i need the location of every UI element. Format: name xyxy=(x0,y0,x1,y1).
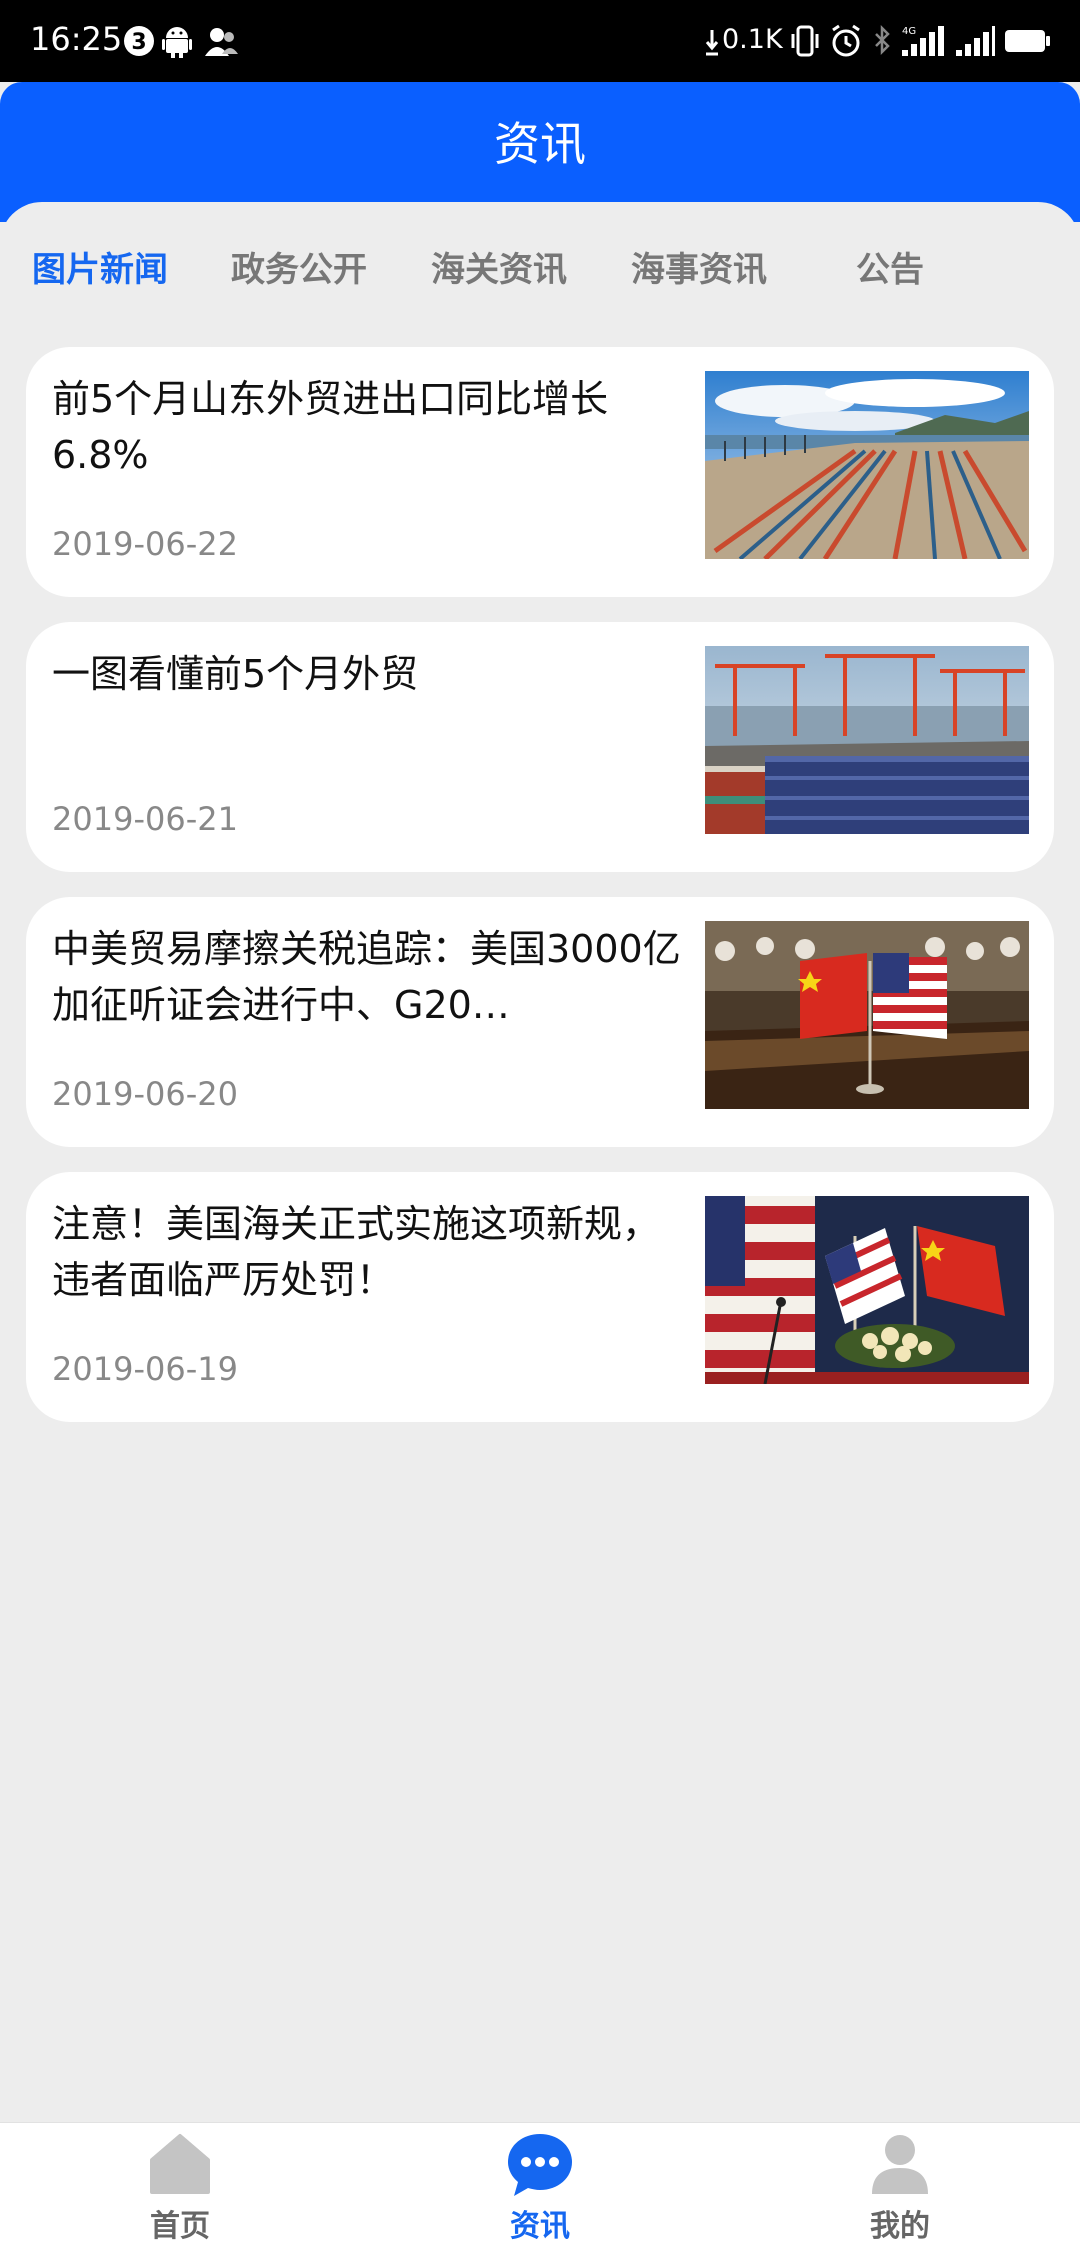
bluetooth-icon xyxy=(875,24,890,56)
contacts-icon xyxy=(205,28,238,56)
china-us-flags-table-photo xyxy=(705,921,1029,1109)
news-title: 注意！美国海关正式实施这项新规，违者面临严厉处罚！ xyxy=(52,1202,661,1302)
nav-news[interactable]: 资讯 xyxy=(440,2123,640,2242)
signal-4g-icon: 4G xyxy=(902,26,944,56)
bottom-nav: 首页 资讯 我的 xyxy=(0,2122,1080,2242)
nav-profile[interactable]: 我的 xyxy=(800,2123,1000,2242)
cargo-terminal-photo xyxy=(705,646,1029,834)
news-card[interactable]: 注意！美国海关正式实施这项新规，违者面临严厉处罚！ 2019-06-19 xyxy=(26,1172,1054,1422)
content-area: 图片新闻 政务公开 海关资讯 海事资讯 公告 前5个月山东外贸进出口同比增长6.… xyxy=(0,202,1080,2122)
news-date: 2019-06-22 xyxy=(52,525,238,563)
user-icon xyxy=(872,2135,928,2194)
tab-announcements[interactable]: 公告 xyxy=(856,242,924,302)
signal-icon xyxy=(956,26,995,56)
container-port-photo xyxy=(705,371,1029,559)
us-china-flags-photo xyxy=(705,1196,1029,1384)
chat-bubble-icon xyxy=(508,2134,572,2196)
news-date: 2019-06-19 xyxy=(52,1350,238,1388)
nav-home[interactable]: 首页 xyxy=(80,2123,280,2242)
battery-icon xyxy=(1005,30,1050,52)
tab-maritime-news[interactable]: 海事资讯 xyxy=(631,242,767,302)
news-date: 2019-06-21 xyxy=(52,800,238,838)
tab-customs-news[interactable]: 海关资讯 xyxy=(431,242,567,302)
news-thumbnail xyxy=(705,1196,1029,1384)
tab-government-affairs[interactable]: 政务公开 xyxy=(231,242,367,302)
vibrate-icon xyxy=(791,25,819,57)
nav-profile-label: 我的 xyxy=(870,2209,930,2242)
news-card[interactable]: 一图看懂前5个月外贸 2019-06-21 xyxy=(26,622,1054,872)
net-speed: 0.1K xyxy=(722,24,783,55)
notification-badge-icon: 3 xyxy=(124,26,154,56)
svg-text:3: 3 xyxy=(131,30,146,55)
news-title: 一图看懂前5个月外贸 xyxy=(52,652,419,696)
news-title: 前5个月山东外贸进出口同比增长6.8% xyxy=(52,377,609,477)
svg-text:4G: 4G xyxy=(902,26,916,37)
news-card[interactable]: 中美贸易摩擦关税追踪：美国3000亿加征听证会进行中、G20… 2019-06-… xyxy=(26,897,1054,1147)
news-thumbnail xyxy=(705,646,1029,834)
news-card[interactable]: 前5个月山东外贸进出口同比增长6.8% 2019-06-22 xyxy=(26,347,1054,597)
download-icon xyxy=(705,30,719,56)
page-title: 资讯 xyxy=(494,117,586,171)
tab-picture-news[interactable]: 图片新闻 xyxy=(32,242,168,302)
android-icon xyxy=(162,27,192,58)
status-time: 16:25 xyxy=(30,20,123,58)
status-bar: 16:25 3 0.1K 4G xyxy=(0,0,1080,82)
home-icon xyxy=(150,2134,210,2194)
news-thumbnail xyxy=(705,371,1029,559)
news-date: 2019-06-20 xyxy=(52,1075,238,1113)
nav-home-label: 首页 xyxy=(150,2209,210,2242)
nav-news-label: 资讯 xyxy=(510,2209,570,2242)
app-header: 资讯 xyxy=(0,82,1080,222)
news-thumbnail xyxy=(705,921,1029,1109)
news-title: 中美贸易摩擦关税追踪：美国3000亿加征听证会进行中、G20… xyxy=(52,927,681,1027)
alarm-icon xyxy=(832,24,860,57)
